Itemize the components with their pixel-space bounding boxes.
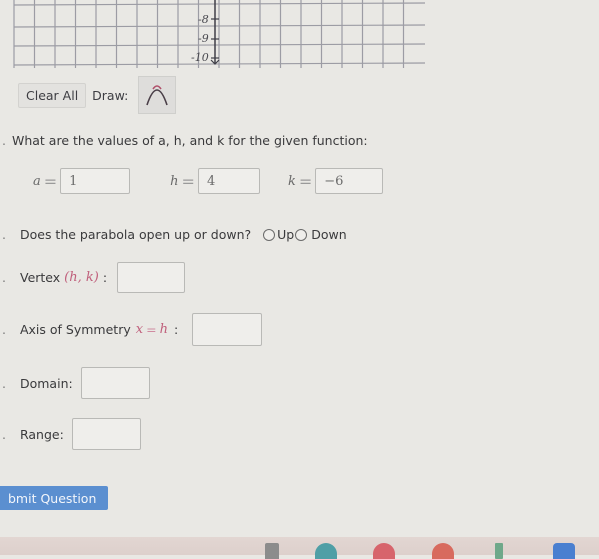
draw-label: Draw: [92, 87, 129, 103]
vertex-math: (h, k) [64, 270, 99, 285]
h-label: h [170, 173, 179, 189]
axis-input[interactable] [192, 313, 263, 346]
a-input[interactable]: 1 [60, 168, 131, 194]
y-tick-label: -8 [198, 13, 209, 26]
k-label: k [287, 173, 296, 189]
question-range-prompt: Range: [19, 426, 64, 442]
app-icon-red[interactable] [373, 543, 395, 559]
direction-options: Up Down [263, 227, 347, 242]
y-tick-label: -10 [191, 51, 209, 64]
app-icon-green[interactable] [495, 543, 503, 559]
k-group: k = −6 [287, 168, 384, 194]
a-group: a = 1 [33, 168, 131, 194]
question-vertex: . Vertex (h, k) : [2, 262, 186, 293]
browser-icon[interactable] [315, 543, 337, 559]
submit-question-button[interactable]: bmit Question [0, 486, 109, 510]
h-input[interactable]: 4 [197, 168, 260, 194]
taskbar [0, 537, 599, 559]
axis-math-lhs: x [135, 322, 144, 337]
k-input[interactable]: −6 [315, 168, 384, 194]
question-domain: . Domain: [2, 367, 150, 399]
radio-up[interactable] [263, 228, 276, 241]
graph-area[interactable]: -8 -9 -10 [0, 0, 430, 72]
option-up-label[interactable]: Up [277, 227, 294, 242]
y-tick-label: -9 [198, 32, 209, 45]
h-group: h = 4 [170, 168, 260, 194]
a-label: a [33, 173, 41, 189]
axis-math-rhs: h [159, 322, 168, 337]
draw-toolbar: Clear All Draw: [18, 76, 177, 114]
question-axis-prompt: Axis of Symmetry [19, 322, 131, 337]
question-domain-prompt: Domain: [19, 375, 73, 391]
question-values: . What are the values of a, h, and k for … [2, 133, 368, 148]
question-values-prompt: What are the values of a, h, and k for t… [11, 133, 368, 148]
question-direction-prompt: Does the parabola open up or down? [19, 227, 252, 242]
vertex-input[interactable] [117, 262, 186, 293]
chrome-icon[interactable] [432, 543, 454, 559]
clear-all-button[interactable]: Clear All [18, 82, 87, 108]
files-icon[interactable] [265, 543, 279, 559]
values-row: a = 1 h = 4 k = −6 [33, 168, 384, 194]
app-icon-blue[interactable] [553, 543, 575, 559]
domain-input[interactable] [80, 367, 150, 399]
question-axis: . Axis of Symmetry x = h : [2, 313, 263, 346]
parabola-tool-button[interactable] [138, 76, 177, 114]
question-vertex-prompt: Vertex [19, 270, 61, 285]
parabola-down-icon [146, 85, 169, 106]
graph-grid[interactable] [0, 0, 430, 72]
question-direction: . Does the parabola open up or down? Up … [2, 227, 347, 242]
question-range: . Range: [2, 418, 141, 450]
range-input[interactable] [71, 418, 141, 450]
option-down-label[interactable]: Down [311, 227, 346, 242]
radio-down[interactable] [295, 228, 308, 241]
